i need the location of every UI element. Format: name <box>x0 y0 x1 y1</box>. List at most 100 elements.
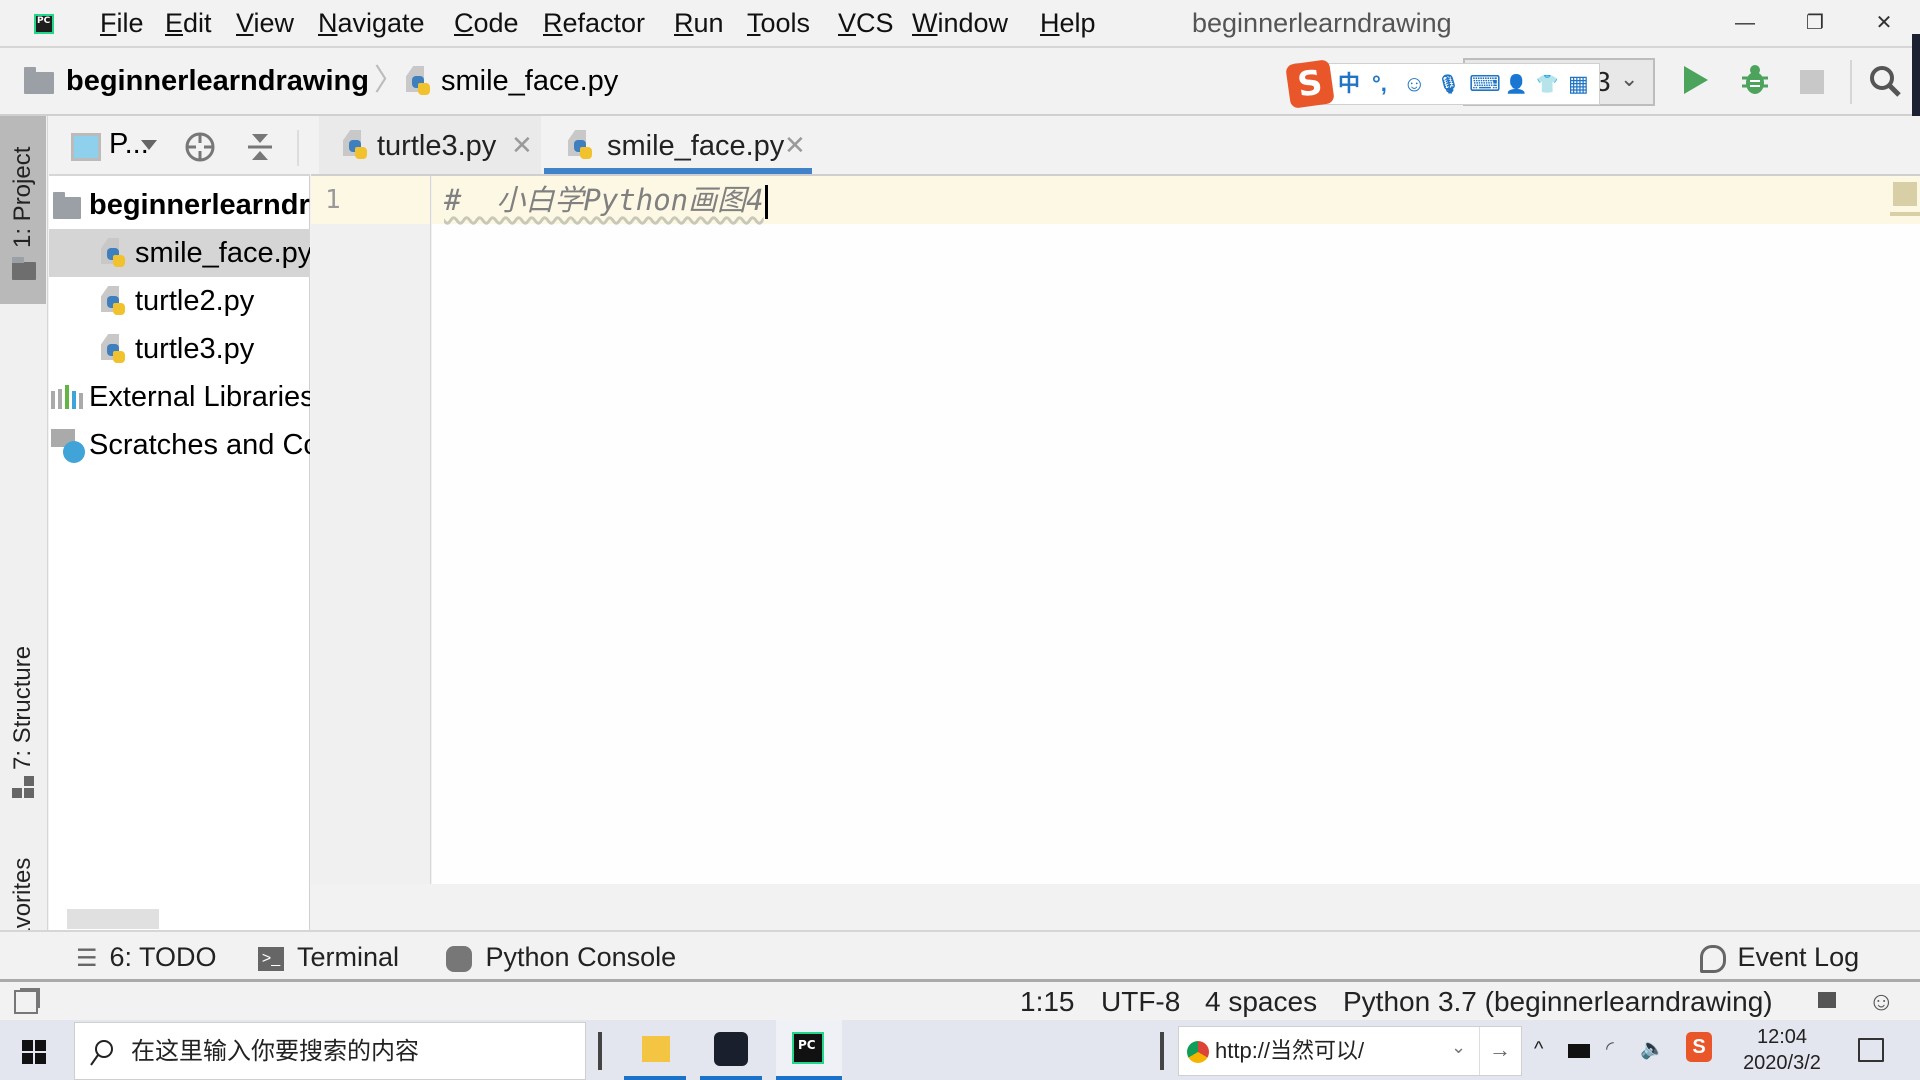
tree-item-turtle3[interactable]: turtle3.py <box>49 325 310 373</box>
address-dropdown-icon[interactable]: ⌄ <box>1451 1037 1466 1058</box>
taskbar-search-box[interactable]: 在这里输入你要搜索的内容 <box>74 1022 586 1080</box>
error-stripe-marker[interactable] <box>1890 212 1920 216</box>
ime-punctuation-icon[interactable]: °, <box>1372 70 1387 98</box>
python-file-icon <box>568 130 594 160</box>
close-button[interactable]: ✕ <box>1864 8 1904 38</box>
menu-refactor[interactable]: Refactor <box>543 6 645 40</box>
menu-run[interactable]: Run <box>674 6 724 40</box>
event-log-tab[interactable]: Event Log <box>1700 940 1859 974</box>
status-bar: 1:15 UTF-8 4 spaces Python 3.7 (beginner… <box>0 982 1920 1020</box>
address-divider <box>1479 1027 1480 1075</box>
menu-file[interactable]: File <box>100 6 144 40</box>
breadcrumb-file[interactable]: smile_face.py <box>441 63 618 99</box>
tool-windows-toggle-icon[interactable] <box>14 990 38 1014</box>
sogou-ime-logo-icon[interactable]: S <box>1285 59 1335 109</box>
ime-user-icon[interactable]: 👤 <box>1505 70 1527 98</box>
collapse-all-icon[interactable] <box>245 130 275 164</box>
tree-item-label: beginnerlearndrawing <box>89 189 310 221</box>
code-line[interactable]: # 小白学Python画图4 <box>444 181 768 219</box>
debug-button[interactable] <box>1740 64 1770 96</box>
python-file-icon <box>406 66 432 96</box>
video-app-icon <box>714 1032 748 1066</box>
tab-smile-face[interactable]: smile_face.py ✕ <box>544 116 812 174</box>
window-title: beginnerlearndrawing <box>1192 8 1452 38</box>
file-encoding[interactable]: UTF-8 <box>1101 984 1180 1020</box>
python-file-icon <box>343 130 369 160</box>
stop-button[interactable] <box>1800 70 1824 94</box>
caret-position[interactable]: 1:15 <box>1020 984 1075 1020</box>
clock-date[interactable]: 2020/3/2 <box>1730 1050 1834 1076</box>
tree-item-external-libraries[interactable]: External Libraries <box>49 373 310 421</box>
pycharm-icon: PC <box>792 1032 824 1064</box>
chevron-down-icon[interactable]: ⌄ <box>1620 66 1638 92</box>
breadcrumb-project[interactable]: beginnerlearndrawing <box>66 63 369 99</box>
breadcrumb-separator: 〉 <box>374 64 404 97</box>
volume-icon[interactable]: 🔈 <box>1640 1036 1665 1062</box>
menu-help[interactable]: Help <box>1040 6 1096 40</box>
inspection-status-icon[interactable] <box>1893 182 1917 206</box>
ime-toolbox-icon[interactable]: ▦ <box>1568 70 1589 98</box>
battery-icon[interactable] <box>1568 1044 1590 1058</box>
ime-emoji-icon[interactable]: ☺ <box>1403 70 1425 98</box>
locate-file-icon[interactable] <box>183 130 217 164</box>
run-button[interactable] <box>1684 66 1708 94</box>
python-console-icon <box>446 945 472 972</box>
python-file-icon <box>101 238 127 268</box>
scratches-icon <box>51 429 85 463</box>
menu-window[interactable]: Window <box>912 6 1008 40</box>
close-icon[interactable]: ✕ <box>511 128 533 162</box>
menu-vcs[interactable]: VCS <box>838 6 894 40</box>
close-icon[interactable]: ✕ <box>784 128 806 162</box>
sogou-tray-icon[interactable]: S <box>1686 1032 1712 1062</box>
clock-time[interactable]: 12:04 <box>1742 1024 1822 1050</box>
todo-label: 6: TODO <box>109 942 217 972</box>
pycharm-logo-icon: PC <box>34 14 54 34</box>
caret-down-icon[interactable] <box>141 140 157 150</box>
tree-item-project-root[interactable]: beginnerlearndrawing <box>49 181 310 229</box>
tree-item-smile-face[interactable]: smile_face.py <box>49 229 310 277</box>
tree-item-label: turtle2.py <box>135 285 255 317</box>
action-center-icon[interactable] <box>1858 1038 1884 1062</box>
menu-view[interactable]: View <box>236 6 294 40</box>
python-console-tab[interactable]: Python Console <box>446 940 676 974</box>
python-console-label: Python Console <box>485 942 677 972</box>
ime-skin-icon[interactable]: 👕 <box>1536 70 1558 98</box>
tree-item-turtle2[interactable]: turtle2.py <box>49 277 310 325</box>
code-editor[interactable]: # 小白学Python画图4 <box>432 176 1920 884</box>
restore-button[interactable]: ❐ <box>1795 8 1835 38</box>
lock-open-icon[interactable] <box>1818 992 1836 1008</box>
tree-item-scratches[interactable]: Scratches and Consoles <box>49 421 310 469</box>
wifi-icon[interactable]: ◜ <box>1606 1036 1614 1062</box>
python-interpreter[interactable]: Python 3.7 (beginnerlearndrawing) <box>1343 984 1773 1020</box>
ime-microphone-icon[interactable]: 🎙 <box>1437 70 1460 98</box>
ime-keyboard-icon[interactable]: ⌨ <box>1469 70 1501 98</box>
todo-tab[interactable]: ☰ 6: TODO <box>76 940 217 976</box>
menu-tools[interactable]: Tools <box>747 6 810 40</box>
minimize-button[interactable]: — <box>1725 8 1765 38</box>
project-view-icon <box>71 133 101 161</box>
tree-item-label: Scratches and Consoles <box>89 429 310 461</box>
menu-code[interactable]: Code <box>454 6 519 40</box>
show-hidden-icons[interactable]: ^ <box>1534 1036 1543 1062</box>
hector-inspector-icon[interactable]: ☺ <box>1868 986 1895 1016</box>
taskbar-pycharm[interactable]: PC <box>776 1020 842 1080</box>
search-everywhere-button[interactable] <box>1868 64 1902 98</box>
indent-setting[interactable]: 4 spaces <box>1205 984 1317 1020</box>
editor-tab-bar: turtle3.py ✕ smile_face.py ✕ <box>311 116 1920 176</box>
menu-edit[interactable]: Edit <box>165 6 212 40</box>
terminal-tab[interactable]: >_ Terminal <box>258 940 399 974</box>
python-file-icon <box>101 286 127 316</box>
tab-turtle3[interactable]: turtle3.py ✕ <box>319 116 541 174</box>
horizontal-scrollbar[interactable] <box>67 909 159 929</box>
taskbar-video-app[interactable] <box>700 1020 762 1080</box>
go-arrow-icon[interactable]: → <box>1489 1037 1511 1063</box>
taskbar-file-explorer[interactable] <box>624 1020 686 1080</box>
address-toolbar[interactable]: http://当然可以/ ⌄ → <box>1178 1026 1522 1076</box>
tool-tab-project[interactable]: 1: Project <box>0 116 46 304</box>
ime-chinese-mode-icon[interactable]: 中 <box>1338 70 1360 98</box>
tab-label: turtle3.py <box>377 130 497 162</box>
windows-start-icon[interactable] <box>22 1040 46 1064</box>
address-input[interactable]: http://当然可以/ <box>1215 1037 1364 1065</box>
line-number: 1 <box>325 185 341 215</box>
menu-navigate[interactable]: Navigate <box>318 6 425 40</box>
